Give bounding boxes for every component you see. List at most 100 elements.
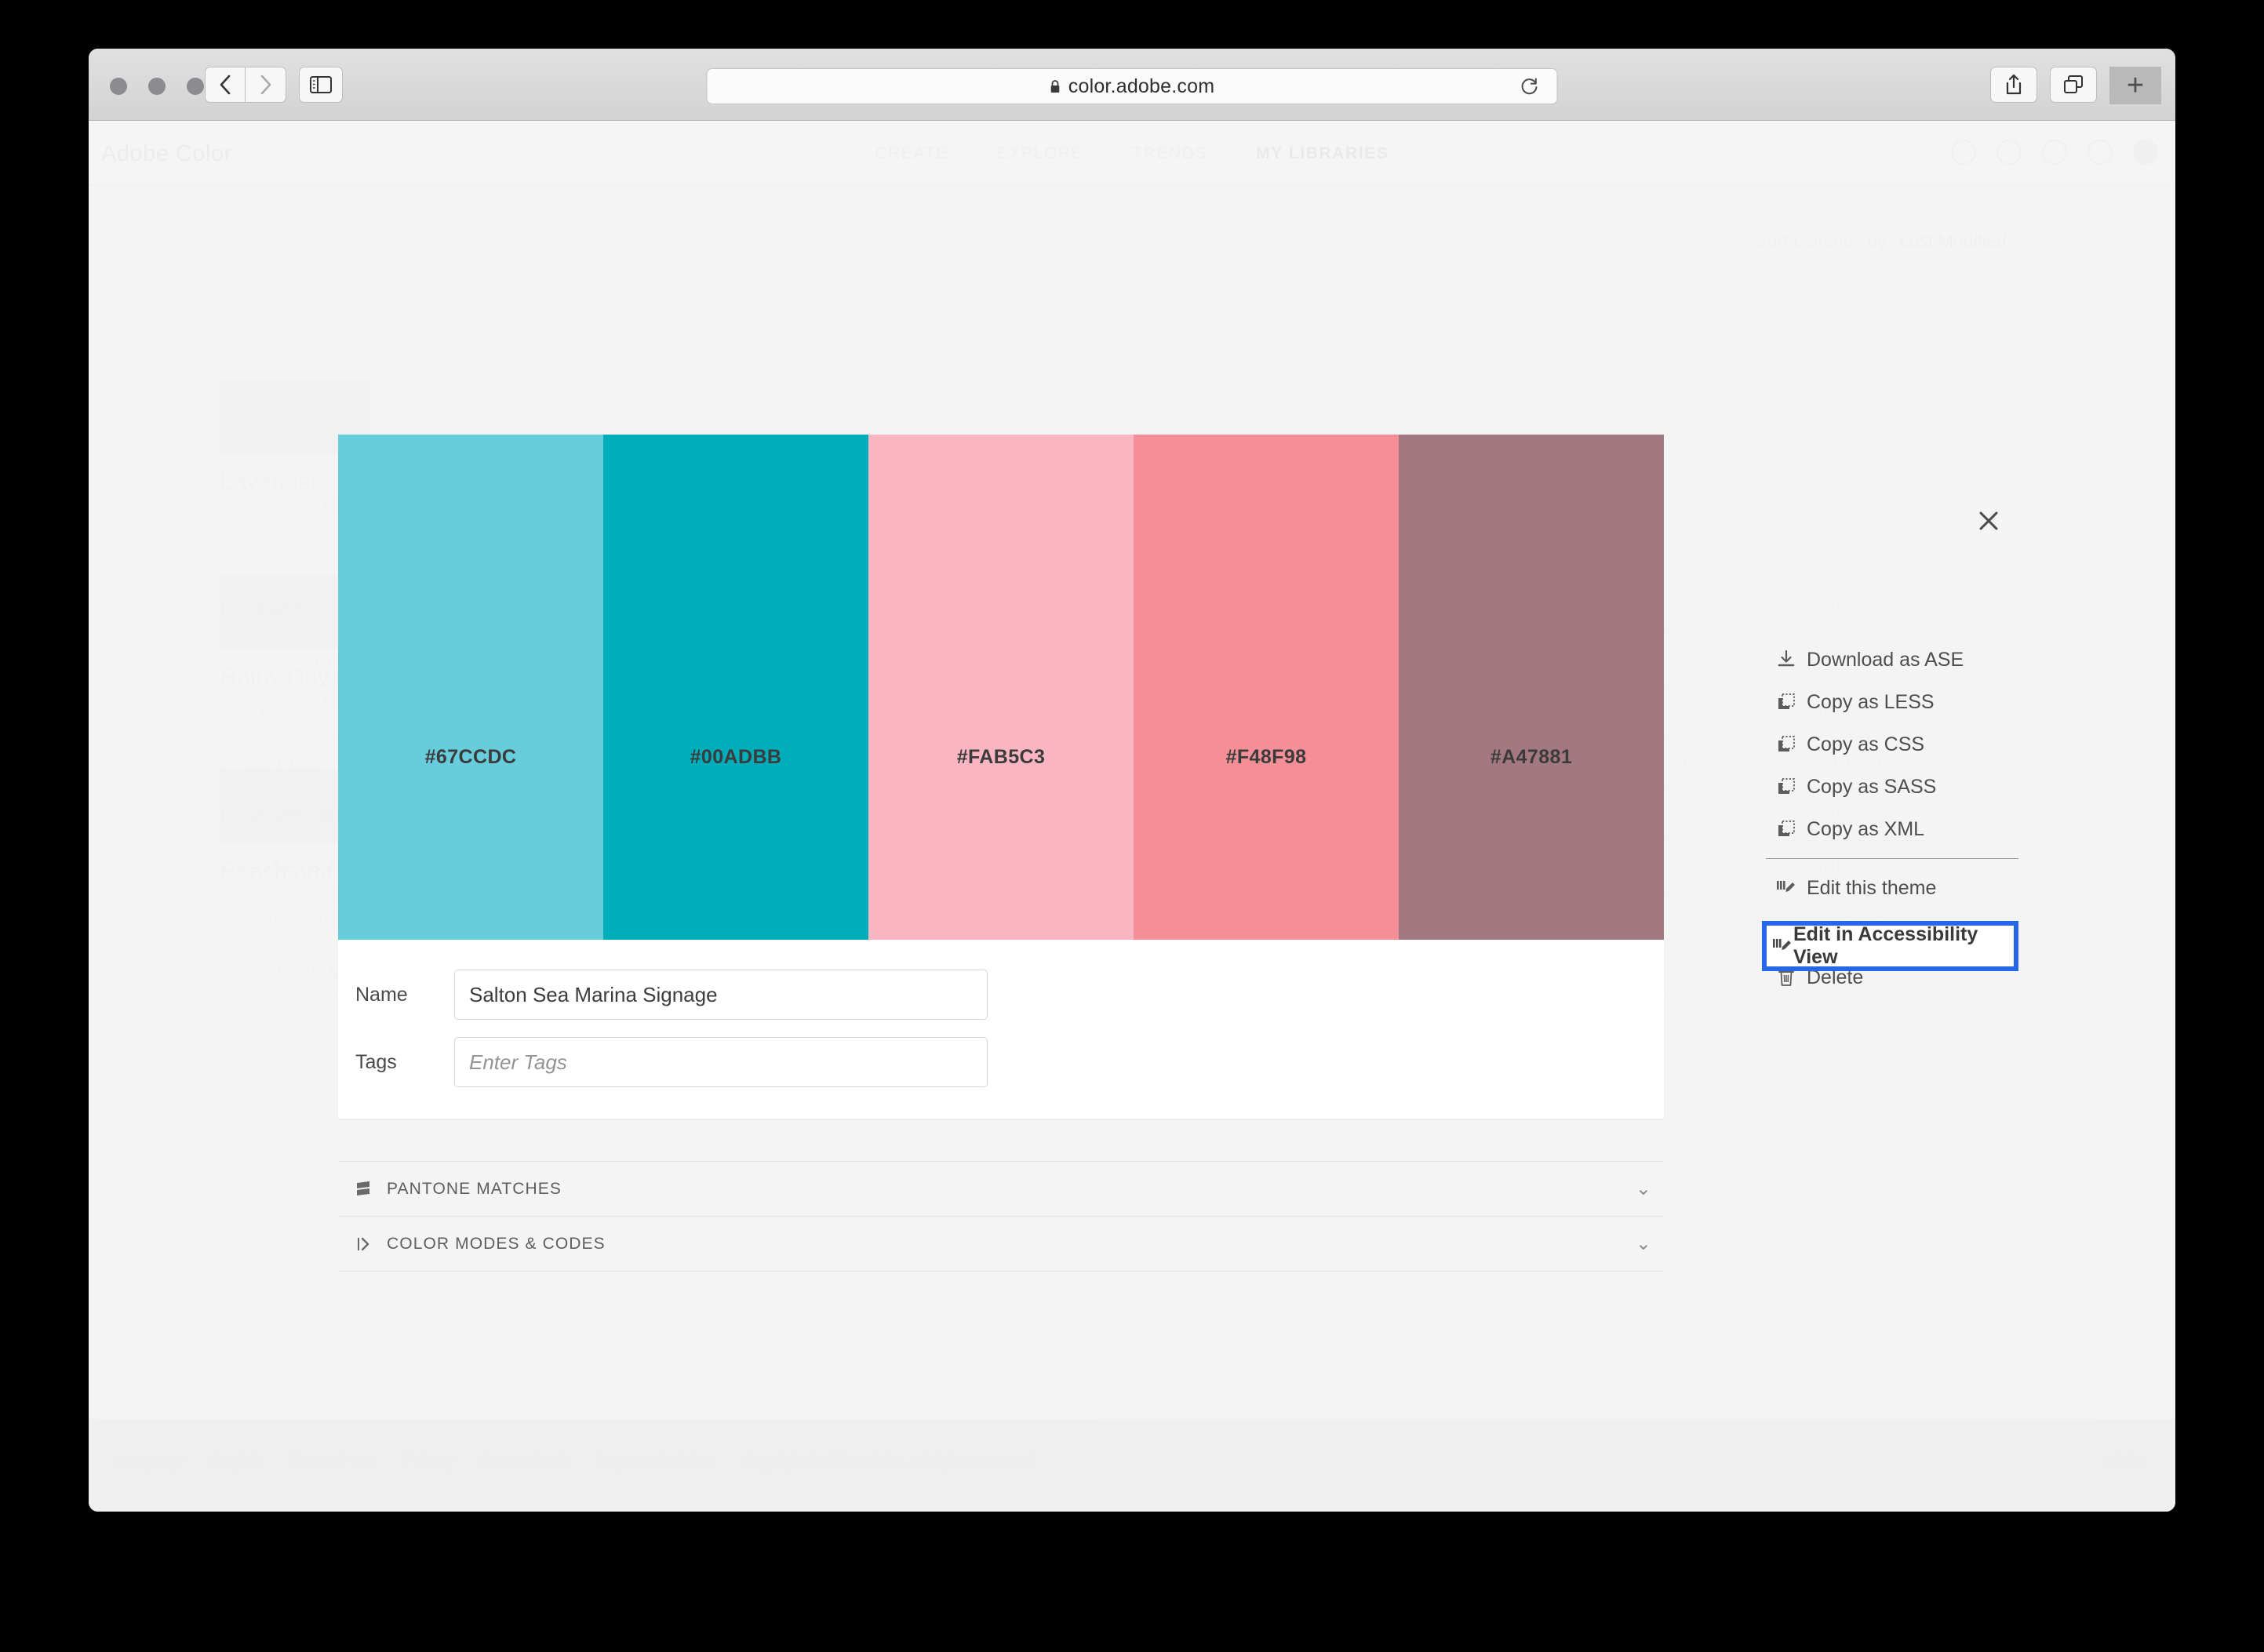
accordion-label: COLOR MODES & CODES (387, 1234, 606, 1253)
page-viewport: Adobe Color CREATE EXPLORE TRENDS MY LIB… (89, 121, 2175, 1512)
tags-label: Tags (355, 1050, 397, 1073)
footer-link[interactable]: Report a Problem (597, 1454, 714, 1471)
color-swatch[interactable]: #F48F98 (1134, 435, 1399, 940)
menu-item-label: Edit in Accessibility View (1793, 923, 1978, 968)
search-icon[interactable] (2042, 140, 2067, 165)
copy-icon (1766, 819, 1807, 839)
menu-item-edit-in-accessibility-view[interactable]: Edit in Accessibility View (1767, 923, 2014, 968)
footer-link[interactable]: Privacy (405, 1454, 453, 1471)
footer-copyright: Copyright © 2023 Adobe. All rights reser… (741, 1454, 1036, 1470)
adobe-color-logo[interactable]: Adobe Color (101, 141, 232, 167)
reload-button[interactable] (1520, 76, 1540, 96)
close-modal-button[interactable] (1968, 500, 2009, 541)
chevron-down-icon: ⌄ (1635, 1178, 1651, 1199)
theme-metadata-form: Name Salton Sea Marina Signage Tags Ente… (338, 940, 1664, 1119)
avatar[interactable] (2133, 140, 2158, 165)
menu-item-download-as-ase[interactable]: Download as ASE (1760, 639, 2026, 681)
share-button[interactable] (1990, 67, 2037, 103)
name-row: Name Salton Sea Marina Signage (338, 970, 1664, 1020)
color-swatch[interactable]: #00ADBB (603, 435, 868, 940)
menu-item-copy-as-css[interactable]: Copy as CSS (1760, 723, 2026, 766)
menu-item-label: Copy as XML (1807, 817, 1925, 840)
name-input[interactable]: Salton Sea Marina Signage (454, 970, 988, 1020)
close-icon (1979, 511, 1998, 530)
navigation-buttons (205, 67, 286, 103)
sort-label: Sort Libraries by (1755, 231, 1887, 251)
chevron-down-icon: ⌄ (2018, 231, 2034, 251)
menu-item-label: Copy as CSS (1807, 733, 1925, 755)
menu-item-edit-in-accessibility-view-highlight: Edit in Accessibility View (1762, 921, 2018, 971)
nav-item-my-libraries[interactable]: MY LIBRARIES (1256, 144, 1389, 163)
color-swatch-strip: #67CCDC #00ADBB #FAB5C3 #F48F98 #A47881 (338, 435, 1664, 940)
download-icon (1766, 650, 1807, 670)
list-item[interactable]: ⌄ SPACE 11 THEMES, 2 GRADIENTS (220, 295, 2073, 347)
url-text: color.adobe.com (1068, 75, 1215, 97)
detail-accordion: PANTONE MATCHES ⌄ COLOR MODES & CODES ⌄ (338, 1161, 1664, 1272)
menu-item-label: Copy as SASS (1807, 775, 1937, 798)
sort-libraries-control[interactable]: Sort Libraries by Last Modified ⌄ (1755, 231, 2034, 252)
help-icon[interactable] (1951, 140, 1976, 165)
maximize-window-button[interactable] (187, 78, 204, 95)
pantone-icon (341, 1180, 387, 1199)
library-meta: 11 THEMES, 2 GRADIENTS (1673, 311, 1897, 329)
sort-value: Last Modified (1898, 231, 2007, 251)
accordion-label: PANTONE MATCHES (387, 1179, 562, 1198)
browser-toolbar: color.adobe.com + (89, 49, 2175, 121)
tags-input[interactable]: Enter Tags (454, 1037, 988, 1087)
toolbar-right-buttons (1990, 67, 2097, 103)
minimize-window-button[interactable] (148, 78, 166, 95)
sidebar-toggle-button[interactable] (299, 67, 343, 103)
footer-link[interactable]: English (212, 1454, 260, 1471)
collaborators-icon: ☷ (2042, 858, 2056, 875)
library-name: SPACE (247, 310, 309, 330)
menu-item-edit-this-theme[interactable]: Edit this theme (1760, 867, 2026, 909)
edit-icon (1771, 936, 1793, 956)
footer-link[interactable]: Do Not Track (482, 1454, 569, 1471)
site-footer: Language English Terms of Use Privacy Do… (89, 1419, 2175, 1512)
nav-item-trends[interactable]: TRENDS (1132, 144, 1207, 163)
menu-item-copy-as-sass[interactable]: Copy as SASS (1760, 766, 2026, 808)
edit-icon (1766, 878, 1807, 898)
color-modes-icon (341, 1235, 387, 1254)
color-swatch[interactable]: #FAB5C3 (868, 435, 1134, 940)
address-bar[interactable]: color.adobe.com (706, 68, 1558, 104)
lock-icon (1050, 79, 1061, 94)
footer-brand: Adobe (2104, 1454, 2147, 1470)
color-swatch[interactable]: #A47881 (1399, 435, 1664, 940)
menu-item-label: Edit this theme (1807, 876, 1937, 899)
accordion-color-modes-codes[interactable]: COLOR MODES & CODES ⌄ (338, 1217, 1664, 1272)
forward-button[interactable] (246, 67, 286, 103)
new-tab-button[interactable]: + (2109, 67, 2161, 104)
window-traffic-lights[interactable] (110, 78, 204, 95)
footer-link[interactable]: Language (117, 1454, 184, 1471)
chevron-down-icon: ⌄ (220, 310, 235, 330)
accordion-pantone-matches[interactable]: PANTONE MATCHES ⌄ (338, 1162, 1664, 1217)
menu-item-copy-as-less[interactable]: Copy as LESS (1760, 681, 2026, 723)
back-button[interactable] (205, 67, 246, 103)
copy-icon (1766, 777, 1807, 797)
nav-item-explore[interactable]: EXPLORE (997, 144, 1083, 163)
close-window-button[interactable] (110, 78, 127, 95)
copy-icon (1766, 692, 1807, 712)
browser-window: color.adobe.com + Adobe Color CREATE EXP… (89, 49, 2175, 1512)
site-header: Adobe Color CREATE EXPLORE TRENDS MY LIB… (89, 121, 2175, 185)
share-icon (2006, 74, 2022, 95)
tags-row: Tags Enter Tags (338, 1037, 1664, 1087)
menu-item-label: Copy as LESS (1807, 690, 1935, 713)
name-label: Name (355, 983, 408, 1006)
notifications-icon[interactable] (1996, 140, 2022, 165)
swatch-hex-label: #FAB5C3 (956, 745, 1046, 768)
site-header-icons (1951, 140, 2158, 165)
menu-item-copy-as-xml[interactable]: Copy as XML (1760, 808, 2026, 850)
footer-link[interactable]: Terms of Use (289, 1454, 377, 1471)
menu-item-label: Download as ASE (1807, 648, 1964, 671)
copy-icon (1766, 734, 1807, 755)
apps-icon[interactable] (2087, 140, 2113, 165)
theme-detail-modal: #67CCDC #00ADBB #FAB5C3 #F48F98 #A47881 … (338, 435, 1664, 1272)
sidebar-icon (310, 76, 332, 93)
nav-item-create[interactable]: CREATE (875, 144, 948, 163)
tabs-icon (2064, 75, 2083, 93)
color-swatch[interactable]: #67CCDC (338, 435, 603, 940)
library-meta: 1 THEMES, 0 GRADIENTS (1673, 598, 1888, 617)
tabs-overview-button[interactable] (2050, 67, 2097, 103)
